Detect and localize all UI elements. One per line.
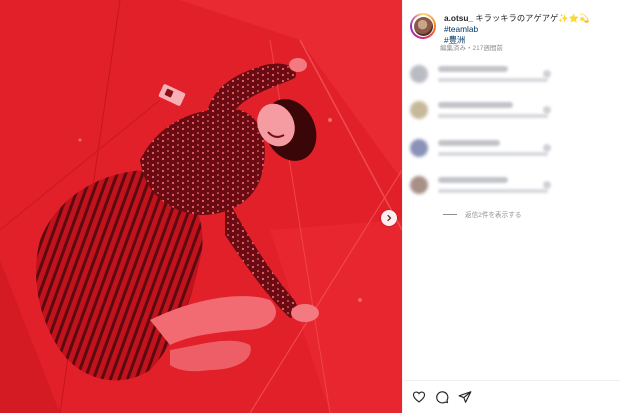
avatar: [410, 65, 428, 83]
share-button[interactable]: [458, 390, 472, 404]
action-bar: [412, 390, 481, 404]
list-item: [410, 173, 610, 195]
heart-icon: [543, 70, 551, 78]
view-replies-button[interactable]: 返信2件を表示する: [443, 209, 521, 219]
avatar-ring: [412, 15, 434, 37]
comment-text-blurred: [438, 140, 500, 146]
replies-dash: [443, 213, 457, 215]
comment-meta-blurred: [438, 78, 548, 82]
comment-text-blurred: [438, 66, 508, 72]
comment-text-blurred: [438, 177, 508, 183]
like-button[interactable]: [412, 390, 426, 404]
comment-meta-blurred: [438, 152, 548, 156]
view-replies-label: 返信2件を表示する: [465, 212, 522, 219]
caption-emoji: ✨⭐💫: [558, 13, 590, 23]
list-item: [410, 98, 610, 120]
avatar[interactable]: [410, 13, 436, 39]
heart-icon: [412, 391, 426, 403]
avatar: [410, 139, 428, 157]
post-meta: 編集済み・217週間前: [440, 45, 503, 52]
heart-icon: [543, 181, 551, 189]
avatar-image: [413, 16, 433, 36]
caption-body: キラッキラのアゲアゲ: [473, 13, 559, 23]
comment-icon: [436, 391, 449, 404]
comment-text-blurred: [438, 102, 513, 108]
instagram-post-window: a.otsu_ キラッキラのアゲアゲ✨⭐💫 #teamlab #豊洲 編集済み・…: [0, 0, 620, 413]
photo-image: [0, 0, 402, 413]
avatar: [410, 101, 428, 119]
divider: [403, 380, 620, 381]
next-photo-button[interactable]: [381, 210, 397, 226]
heart-icon: [543, 144, 551, 152]
chevron-right-icon: [387, 214, 392, 222]
avatar: [410, 176, 428, 194]
heart-icon: [543, 106, 551, 114]
username-link[interactable]: a.otsu_: [444, 13, 473, 23]
comment-button[interactable]: [435, 390, 449, 404]
comment-meta-blurred: [438, 114, 548, 118]
post-photo[interactable]: [0, 0, 402, 413]
list-item: [410, 62, 610, 84]
comment-meta-blurred: [438, 189, 548, 193]
paper-plane-icon: [458, 391, 472, 403]
list-item: [410, 136, 610, 158]
hashtag-teamlab[interactable]: #teamlab: [444, 24, 478, 34]
